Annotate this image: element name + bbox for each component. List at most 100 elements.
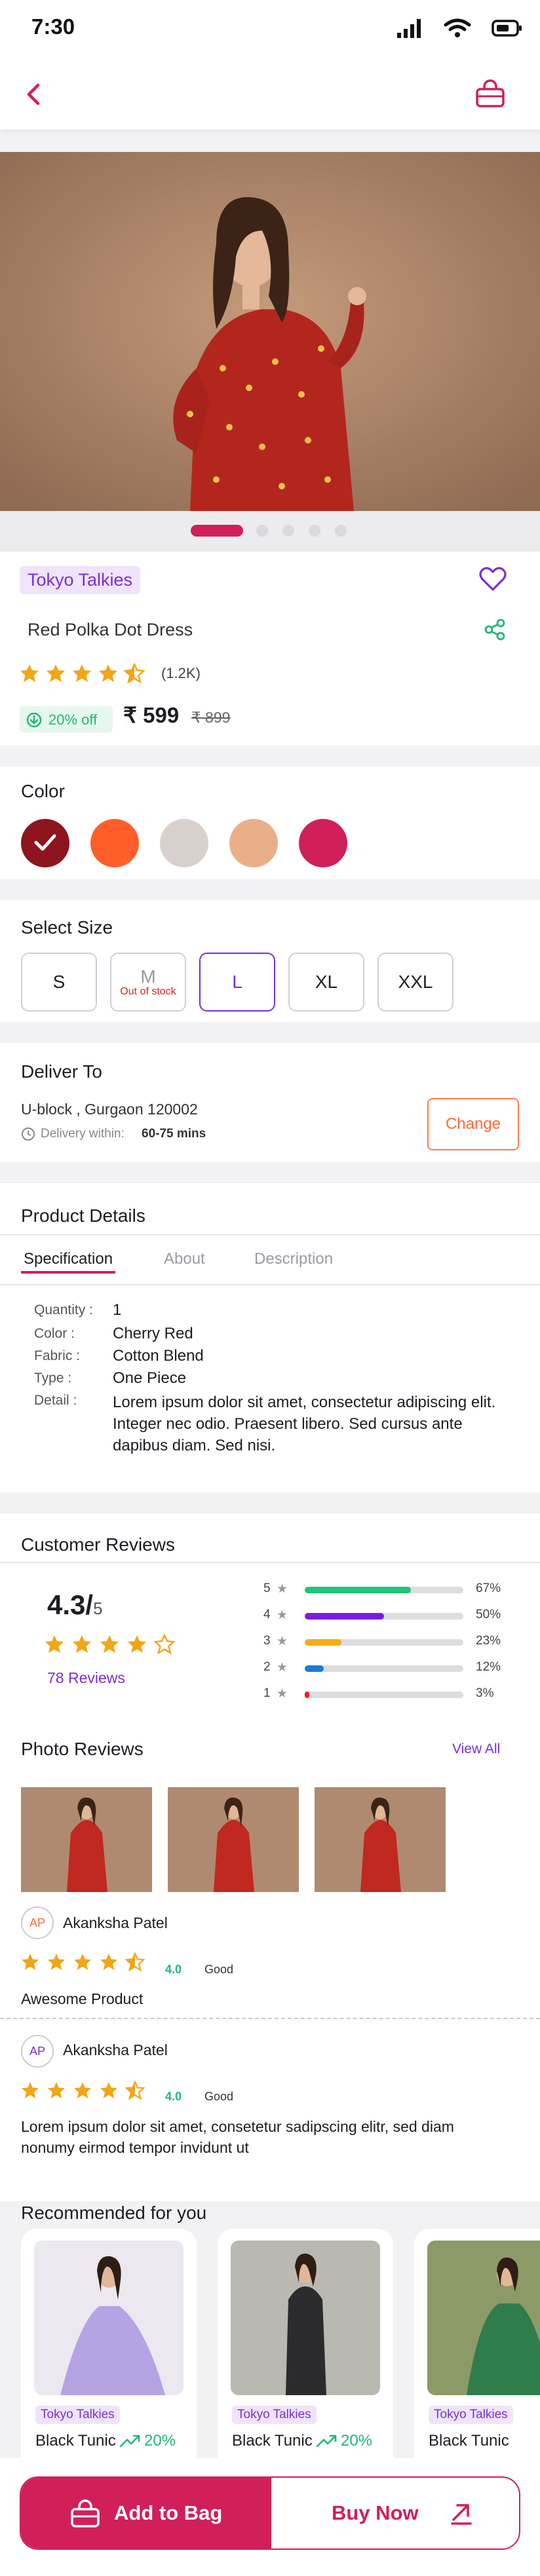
- rating-distribution: 5 ★ 67% 4 ★ 50% 3 ★ 23% 2 ★ 12% 1 ★ 3%: [0, 1582, 540, 1701]
- color-swatch[interactable]: [299, 819, 347, 867]
- divider: [0, 1234, 540, 1236]
- review-divider: [0, 2018, 540, 2019]
- size-option-xxl[interactable]: XXL: [377, 953, 453, 1012]
- rating-bar-3: [305, 1639, 463, 1646]
- star-rating-icon: [20, 662, 145, 684]
- rating-bar-percent: 23%: [476, 1634, 501, 1648]
- photo-reviews-title: Photo Reviews: [21, 1739, 144, 1759]
- bottom-action-bar: Add to Bag Buy Now: [0, 2458, 540, 2576]
- color-swatch[interactable]: [229, 819, 278, 867]
- add-to-bag-button[interactable]: Add to Bag: [21, 2478, 271, 2548]
- recommended-name: Black Tunic: [232, 2432, 313, 2450]
- star-rating-icon: [22, 2081, 145, 2100]
- recommended-image: [427, 2241, 540, 2395]
- brand-chip: Tokyo Talkies: [232, 2406, 317, 2424]
- share-icon[interactable]: [484, 618, 506, 641]
- color-swatches: [21, 819, 480, 871]
- change-address-button[interactable]: Change: [427, 1098, 519, 1150]
- size-label: M: [140, 966, 156, 987]
- review-photo[interactable]: [21, 1787, 152, 1892]
- product-photo: [0, 152, 540, 511]
- reviewer-name: Akanksha Patel: [63, 1914, 168, 1931]
- buy-now-button[interactable]: Buy Now: [271, 2478, 519, 2548]
- review-score: 4.0: [165, 2090, 182, 2103]
- recommended-image: [34, 2241, 183, 2395]
- spec-value-fabric: Cotton Blend: [113, 1347, 204, 1365]
- product-info-card: Tokyo Talkies Red Polka Dot Dress (1.2K)…: [0, 552, 540, 746]
- star-rating-icon: [22, 1952, 145, 1972]
- color-title: Color: [21, 781, 65, 801]
- brand-name[interactable]: Tokyo Talkies: [20, 566, 141, 594]
- review-photo[interactable]: [315, 1787, 446, 1892]
- tab-about[interactable]: About: [164, 1250, 205, 1268]
- trend-up-icon: [119, 2434, 140, 2448]
- recommended-title: Recommended for you: [21, 2203, 207, 2223]
- recommended-card[interactable]: Tokyo Talkies Black Tunic: [414, 2229, 540, 2478]
- color-swatch[interactable]: [90, 819, 139, 867]
- star-icon: ★: [277, 1582, 288, 1596]
- review-photo[interactable]: [168, 1787, 299, 1892]
- rating-bar-percent: 50%: [476, 1608, 501, 1621]
- review-text: Lorem ipsum dolor sit amet, consetetur s…: [21, 2118, 454, 2156]
- size-section: Select Size S M Out of stock L XL XXL: [0, 900, 540, 1022]
- rating-count: (1.2K): [161, 665, 201, 681]
- star-icon: ★: [277, 1661, 288, 1675]
- action-buttons: Add to Bag Buy Now: [20, 2476, 520, 2550]
- rating-bar-star: 5: [263, 1582, 271, 1595]
- size-option-m[interactable]: M Out of stock: [110, 953, 186, 1012]
- rating-bar-2: [305, 1665, 463, 1672]
- carousel-dot[interactable]: [282, 525, 294, 537]
- shopping-bag-icon: [71, 2499, 100, 2528]
- signal-icon: [397, 19, 421, 38]
- clock-icon: [22, 1127, 35, 1141]
- shopping-bag-icon[interactable]: [473, 77, 507, 110]
- spec-label-quantity: Quantity :: [34, 1302, 93, 1317]
- recommended-card[interactable]: Tokyo Talkies Black Tunic 20%: [21, 2229, 197, 2478]
- divider: [0, 1562, 540, 1563]
- color-swatch-selected[interactable]: [21, 819, 69, 867]
- size-option-l-selected[interactable]: L: [199, 953, 275, 1012]
- rating-bar-1: [305, 1692, 463, 1698]
- discount-text: 20% off: [48, 711, 98, 728]
- carousel-dot[interactable]: [335, 525, 347, 537]
- heart-icon[interactable]: [478, 566, 507, 592]
- recommended-photo: [231, 2241, 380, 2395]
- size-title: Select Size: [21, 917, 113, 938]
- reviewer-name: Akanksha Patel: [63, 2041, 168, 2058]
- spec-label-detail: Detail :: [34, 1393, 77, 1408]
- product-image[interactable]: [0, 152, 540, 511]
- size-option-xl[interactable]: XL: [288, 953, 364, 1012]
- star-icon: ★: [277, 1608, 288, 1622]
- view-all-link[interactable]: View All: [452, 1741, 500, 1757]
- delivery-title: Deliver To: [21, 1061, 102, 1082]
- review-score: 4.0: [165, 1963, 182, 1976]
- review-photo-image: [168, 1787, 299, 1892]
- carousel-dot-active[interactable]: [191, 525, 243, 537]
- tab-specification[interactable]: Specification: [24, 1250, 113, 1268]
- rating-bar-fill: [305, 1692, 310, 1698]
- delivery-within-value: 60-75 mins: [142, 1127, 206, 1141]
- rating-bar-fill: [305, 1613, 384, 1619]
- review-verdict: Good: [204, 2090, 234, 2103]
- buy-now-label: Buy Now: [332, 2501, 419, 2524]
- star-icon: ★: [277, 1687, 288, 1701]
- rating-bar-fill: [305, 1665, 324, 1672]
- rating-bar-percent: 3%: [476, 1686, 494, 1700]
- tab-description[interactable]: Description: [254, 1250, 333, 1268]
- checkmark-icon: [34, 834, 56, 851]
- spec-value-detail: Lorem ipsum dolor sit amet, consectetur …: [113, 1393, 496, 1454]
- rating-stars: [20, 662, 151, 684]
- chevron-left-icon[interactable]: [22, 81, 46, 107]
- product-page: 7:30 Tokyo Talkies Red Polka Dot Dress (…: [0, 0, 540, 2576]
- review-photo-image: [21, 1787, 152, 1892]
- color-swatch[interactable]: [160, 819, 208, 867]
- spec-label-color: Color :: [34, 1326, 75, 1341]
- carousel-dot[interactable]: [309, 525, 320, 537]
- rating-bar-star: 3: [263, 1634, 271, 1648]
- rating-bar-fill: [305, 1639, 341, 1646]
- recommended-card[interactable]: Tokyo Talkies Black Tunic 20%: [218, 2229, 393, 2478]
- carousel-dot[interactable]: [256, 525, 268, 537]
- size-option-s[interactable]: S: [21, 953, 97, 1012]
- recommended-name: Black Tunic: [35, 2432, 116, 2450]
- battery-icon: [492, 20, 522, 37]
